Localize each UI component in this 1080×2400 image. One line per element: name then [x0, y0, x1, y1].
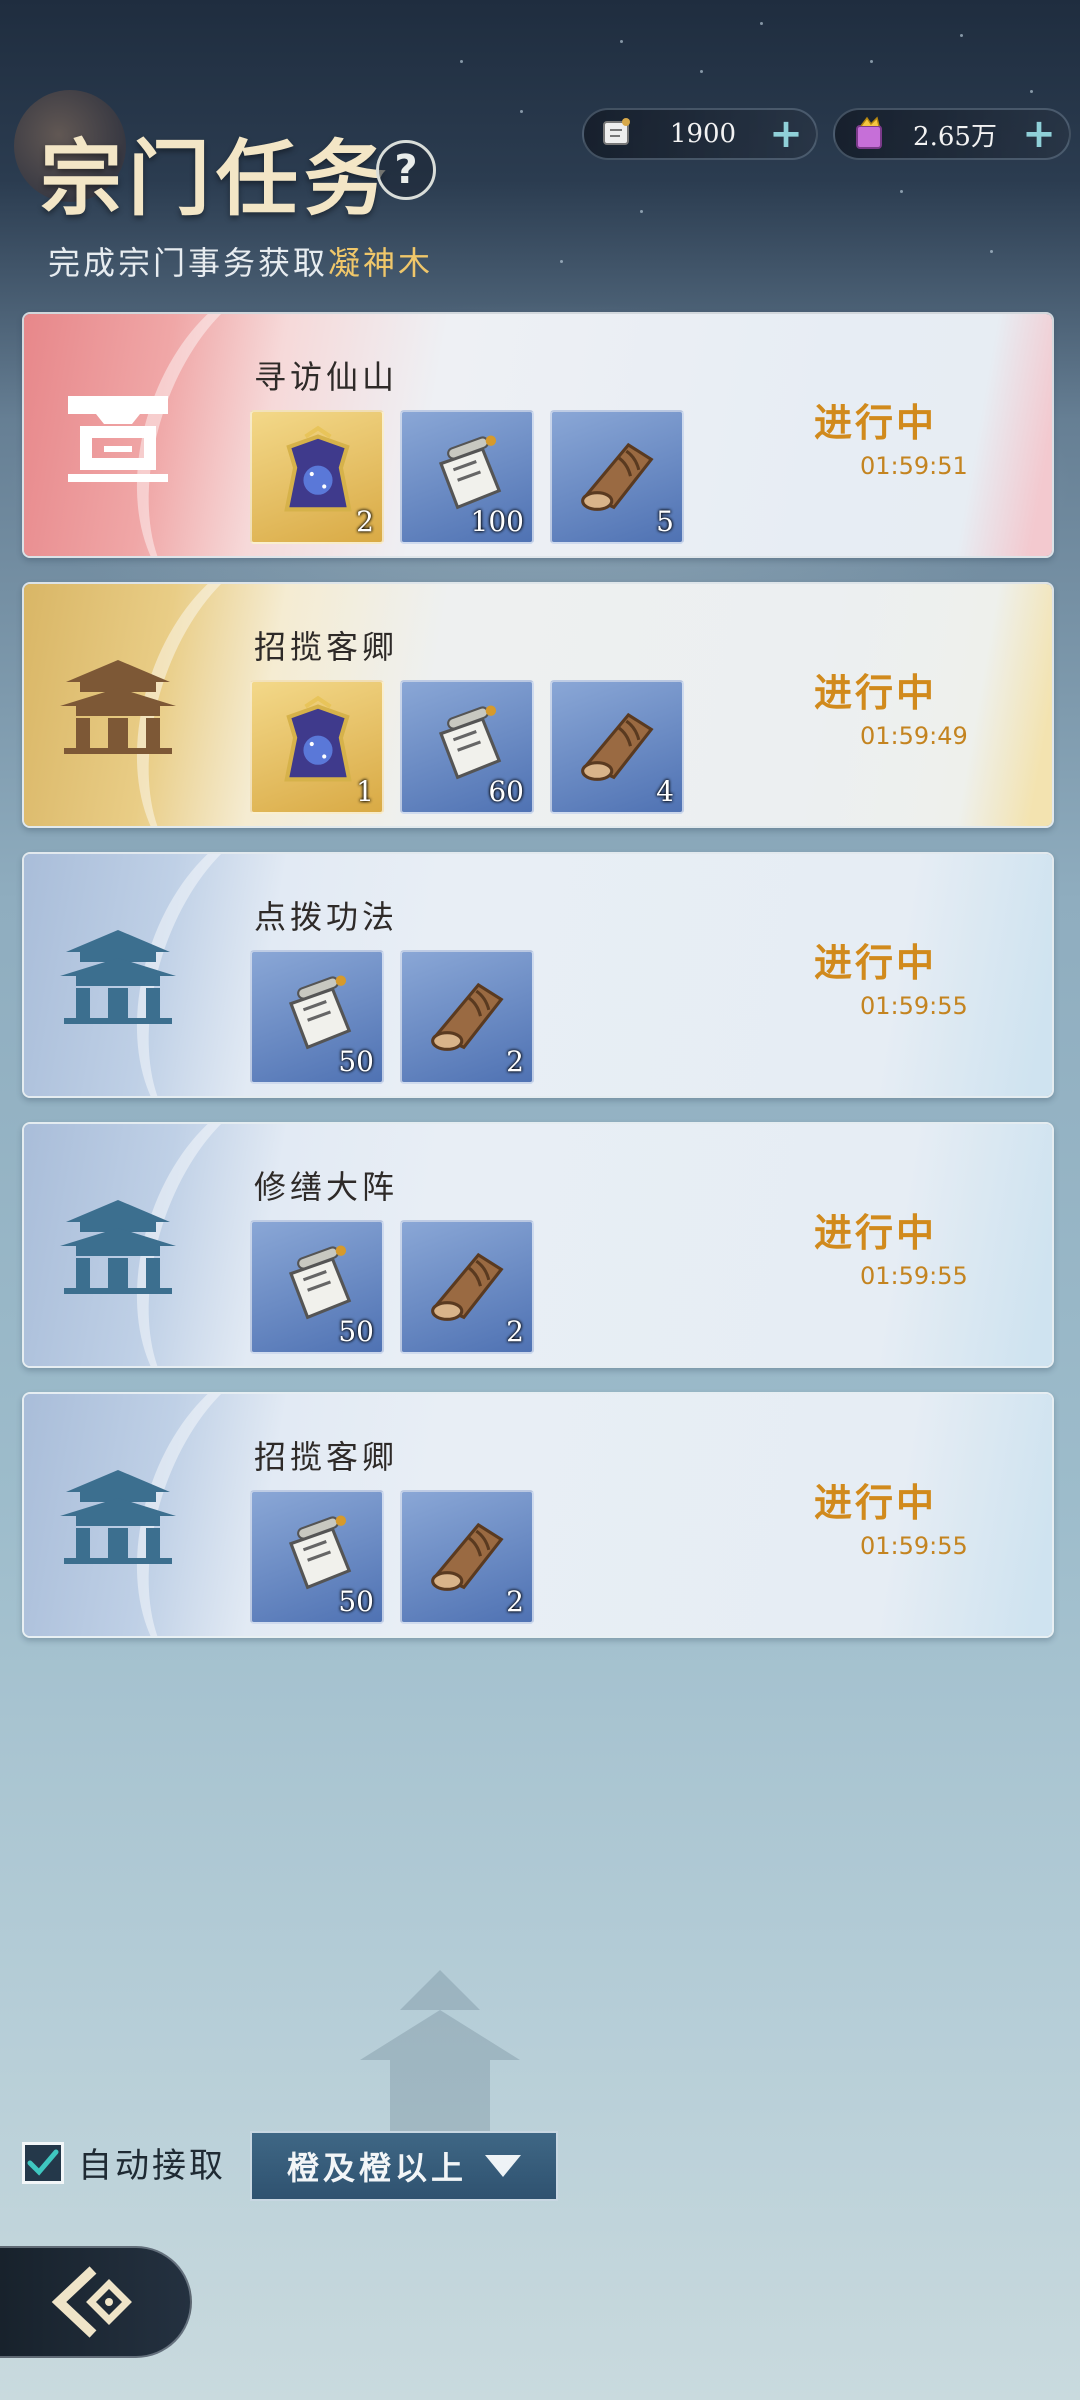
task-status: 进行中: [814, 670, 938, 715]
reward-quantity: 4: [656, 775, 674, 808]
task-timer: 01:59:55: [860, 1532, 968, 1560]
reward-quantity: 50: [338, 1585, 374, 1618]
reward-item[interactable]: 50: [250, 1220, 384, 1354]
task-name: 寻访仙山: [254, 358, 399, 396]
reward-list: 2 100 5: [250, 410, 684, 544]
reward-quantity: 1: [356, 775, 374, 808]
resource-scroll-value: 1900: [669, 119, 737, 149]
sect-emblem-icon: [58, 1196, 178, 1296]
task-card[interactable]: 修缮大阵 50 2 进行中 01:59:55: [22, 1122, 1054, 1368]
task-status: 进行中: [814, 400, 938, 445]
resource-gem-value: 2.65万: [913, 121, 997, 152]
reward-quantity: 2: [506, 1045, 524, 1078]
chevron-down-icon: [485, 2155, 521, 2177]
reward-quantity: 2: [506, 1585, 524, 1618]
reward-item[interactable]: 4: [550, 680, 684, 814]
reward-item[interactable]: 2: [400, 1490, 534, 1624]
help-button[interactable]: ?: [376, 140, 436, 200]
resource-gem: 2.65万 +: [833, 108, 1071, 160]
task-timer: 01:59:55: [860, 992, 968, 1020]
reward-item[interactable]: 100: [400, 410, 534, 544]
subtitle-highlight: 凝神木: [328, 244, 434, 282]
reward-list: 50 2: [250, 950, 534, 1084]
task-card[interactable]: 招揽客卿 1 60 4 进行中 01:59:49: [22, 582, 1054, 828]
checkmark-icon: [27, 2149, 59, 2176]
add-gem-button[interactable]: +: [1019, 111, 1059, 157]
add-scroll-button[interactable]: +: [766, 111, 806, 157]
task-timer: 01:59:49: [860, 722, 968, 750]
reward-item[interactable]: 2: [400, 1220, 534, 1354]
task-timer: 01:59:51: [860, 452, 968, 480]
reward-item[interactable]: 2: [400, 950, 534, 1084]
sect-emblem-icon: [58, 926, 178, 1026]
page-subtitle: 完成宗门事务获取凝神木: [48, 238, 433, 284]
subtitle-text: 完成宗门事务获取: [48, 244, 329, 282]
task-name: 招揽客卿: [254, 1438, 399, 1476]
reward-quantity: 100: [470, 505, 524, 538]
sect-emblem-icon: [58, 386, 178, 486]
reward-quantity: 2: [506, 1315, 524, 1348]
task-status: 进行中: [814, 940, 938, 985]
reward-list: 1 60 4: [250, 680, 684, 814]
reward-item[interactable]: 2: [250, 410, 384, 544]
reward-item[interactable]: 60: [400, 680, 534, 814]
task-card[interactable]: 寻访仙山 2 100 5 进行中 01:59:51: [22, 312, 1054, 558]
reward-list: 50 2: [250, 1220, 534, 1354]
back-arrow-icon: [51, 2266, 132, 2338]
auto-accept-label: 自动接取: [78, 2146, 226, 2186]
task-status: 进行中: [814, 1480, 938, 1525]
resource-scroll: 1900 +: [582, 108, 818, 160]
task-status: 进行中: [814, 1210, 938, 1255]
reward-item[interactable]: 50: [250, 950, 384, 1084]
gem-currency-icon: [847, 112, 891, 156]
reward-item[interactable]: 1: [250, 680, 384, 814]
task-name: 修缮大阵: [254, 1168, 399, 1206]
task-timer: 01:59:55: [860, 1262, 968, 1290]
sect-emblem-icon: [58, 656, 178, 756]
task-name: 点拨功法: [254, 898, 399, 936]
task-card[interactable]: 点拨功法 50 2 进行中 01:59:55: [22, 852, 1054, 1098]
reward-item[interactable]: 5: [550, 410, 684, 544]
back-button[interactable]: [0, 2246, 192, 2358]
quality-filter-value: 橙及橙以上: [286, 2149, 467, 2187]
sect-emblem-icon: [58, 1466, 178, 1566]
quality-filter-dropdown[interactable]: 橙及橙以上: [250, 2131, 558, 2201]
reward-item[interactable]: 50: [250, 1490, 384, 1624]
auto-accept-checkbox[interactable]: [22, 2141, 64, 2184]
reward-quantity: 60: [488, 775, 524, 808]
auto-accept-toggle[interactable]: 自动接取: [22, 2138, 226, 2187]
reward-quantity: 50: [338, 1045, 374, 1078]
reward-quantity: 2: [356, 505, 374, 538]
reward-list: 50 2: [250, 1490, 534, 1624]
page-title: 宗门任务: [40, 131, 393, 227]
reward-quantity: 50: [338, 1315, 374, 1348]
task-card[interactable]: 招揽客卿 50 2 进行中 01:59:55: [22, 1392, 1054, 1638]
reward-quantity: 5: [656, 505, 674, 538]
task-name: 招揽客卿: [254, 628, 399, 666]
scroll-currency-icon: [596, 112, 640, 156]
